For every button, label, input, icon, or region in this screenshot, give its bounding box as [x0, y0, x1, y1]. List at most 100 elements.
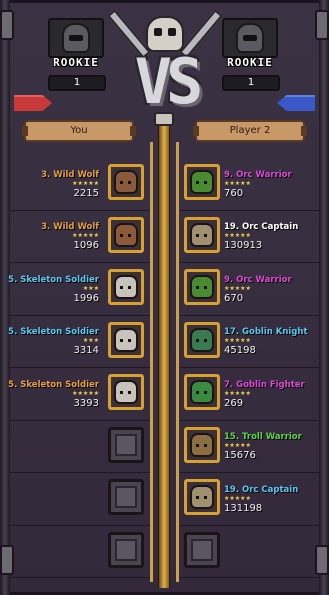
- skull-icon: [146, 16, 184, 52]
- unit-power: 1096: [73, 240, 99, 251]
- unit-info: 5. Skeleton Soldier ★★★ 1996: [8, 263, 99, 315]
- row-divider: [10, 577, 150, 578]
- left-rail: [150, 142, 153, 582]
- unit-power: 3393: [73, 397, 99, 409]
- knight-helmet-icon: [62, 23, 90, 53]
- left-rank-label: ROOKIE: [53, 56, 99, 69]
- unit-name: 3. Wild Wolf: [41, 169, 99, 180]
- unit-portrait[interactable]: [108, 164, 144, 200]
- unit-stars: ★★★: [82, 337, 99, 344]
- left-rank-number: 1: [48, 75, 106, 91]
- unit-power: 1996: [73, 292, 99, 304]
- unit-portrait[interactable]: [108, 374, 144, 410]
- unit-name: 19. Orc Captain: [224, 222, 299, 232]
- empty-unit-slot[interactable]: [108, 426, 144, 463]
- unit-stars: ★★★★★: [224, 442, 251, 449]
- unit-stars: ★★★★★: [72, 389, 99, 397]
- left-player-banner: You: [22, 120, 136, 142]
- unit-stars: ★★★★★: [72, 179, 99, 187]
- unit-power: 131198: [224, 502, 263, 514]
- unit-power: 2215: [73, 187, 99, 199]
- knight-helmet-icon: [236, 23, 264, 53]
- unit-portrait[interactable]: [108, 321, 144, 358]
- blue-team-flag: [277, 95, 315, 111]
- unit-stars: ★★★★★: [224, 179, 251, 187]
- row-divider: [10, 472, 150, 473]
- row-divider: [180, 577, 320, 578]
- unit-info: 9. Orc Warrior ★★★★★ 670: [224, 263, 292, 315]
- unit-info: 5. Skeleton Soldier ★★★★★ 3393: [8, 368, 99, 420]
- right-player-avatar[interactable]: [222, 18, 278, 58]
- right-rank-label: ROOKIE: [227, 56, 273, 69]
- unit-info: 17. Goblin Knight ★★★★★ 45198: [224, 316, 308, 368]
- unit-info: 15. Troll Warrior ★★★★★ 15676: [224, 421, 302, 473]
- orc-captain-icon: [190, 485, 214, 509]
- row-divider: [10, 524, 150, 526]
- unit-name: 9. Orc Warrior: [224, 169, 292, 180]
- center-divider-pole: [158, 118, 170, 588]
- unit-power: 269: [224, 397, 244, 409]
- unit-stars: ★★★: [82, 284, 99, 292]
- goblin-knight-icon: [190, 327, 214, 352]
- right-rail: [176, 142, 179, 582]
- unit-info: 9. Orc Warrior ★★★★★ 760: [224, 158, 292, 210]
- unit-stars: ★★★★★: [224, 284, 251, 292]
- slot-placeholder: [115, 538, 137, 561]
- unit-power: 15676: [224, 450, 256, 461]
- orc-captain-icon: [190, 222, 214, 247]
- unit-name: 15. Troll Warrior: [224, 432, 302, 442]
- unit-power: 670: [224, 292, 244, 304]
- goblin-icon: [190, 380, 214, 404]
- unit-name: 5. Skeleton Soldier: [8, 274, 99, 285]
- left-player-avatar[interactable]: [48, 18, 104, 58]
- unit-name: 5. Skeleton Soldier: [8, 379, 99, 390]
- vs-emblem: VS: [134, 45, 204, 118]
- unit-power: 45198: [224, 345, 256, 356]
- wolf-icon: [114, 222, 138, 247]
- unit-stars: ★★★★★: [72, 232, 99, 239]
- unit-portrait[interactable]: [184, 164, 220, 200]
- unit-name: 5. Skeleton Soldier: [8, 327, 99, 337]
- red-team-flag: [14, 95, 52, 111]
- slot-placeholder: [115, 486, 137, 508]
- empty-unit-slot[interactable]: [184, 531, 220, 568]
- unit-stars: ★★★★★: [224, 494, 251, 502]
- corner-bolt: [0, 545, 14, 575]
- unit-portrait[interactable]: [184, 321, 220, 358]
- unit-stars: ★★★★★: [224, 232, 251, 239]
- right-player-banner: Player 2: [193, 120, 307, 142]
- skeleton-icon: [114, 275, 138, 299]
- slot-placeholder: [191, 538, 213, 561]
- pole-cap: [154, 112, 174, 126]
- unit-portrait[interactable]: [184, 374, 220, 410]
- unit-stars: ★★★★★: [224, 389, 251, 397]
- unit-portrait[interactable]: [108, 269, 144, 305]
- versus-header: ROOKIE 1 ROOKIE 1 VS: [0, 0, 329, 120]
- unit-info: 5. Skeleton Soldier ★★★ 3314: [8, 316, 99, 368]
- unit-name: 19. Orc Captain: [224, 484, 299, 495]
- right-rank-number: 1: [222, 75, 280, 91]
- troll-icon: [190, 432, 214, 457]
- unit-name: 17. Goblin Knight: [224, 327, 308, 337]
- unit-power: 3314: [73, 345, 99, 356]
- empty-unit-slot[interactable]: [108, 479, 144, 515]
- unit-portrait[interactable]: [184, 426, 220, 463]
- unit-stars: ★★★★★: [224, 337, 251, 344]
- unit-name: 7. Goblin Fighter: [224, 379, 305, 390]
- orc-icon: [190, 275, 214, 299]
- unit-info: 3. Wild Wolf ★★★★★ 1096: [41, 211, 99, 263]
- unit-info: 3. Wild Wolf ★★★★★ 2215: [41, 158, 99, 210]
- unit-info: 7. Goblin Fighter ★★★★★ 269: [224, 368, 305, 420]
- unit-portrait[interactable]: [108, 216, 144, 253]
- orc-icon: [190, 170, 214, 194]
- unit-info: 19. Orc Captain ★★★★★ 131198: [224, 473, 298, 525]
- unit-power: 760: [224, 187, 244, 199]
- unit-name: 3. Wild Wolf: [41, 222, 99, 232]
- unit-info: 19. Orc Captain ★★★★★ 130913: [224, 211, 298, 263]
- unit-name: 9. Orc Warrior: [224, 274, 292, 285]
- skeleton-icon: [114, 327, 138, 352]
- unit-portrait[interactable]: [184, 269, 220, 305]
- unit-portrait[interactable]: [184, 479, 220, 515]
- empty-unit-slot[interactable]: [108, 531, 144, 568]
- unit-portrait[interactable]: [184, 216, 220, 253]
